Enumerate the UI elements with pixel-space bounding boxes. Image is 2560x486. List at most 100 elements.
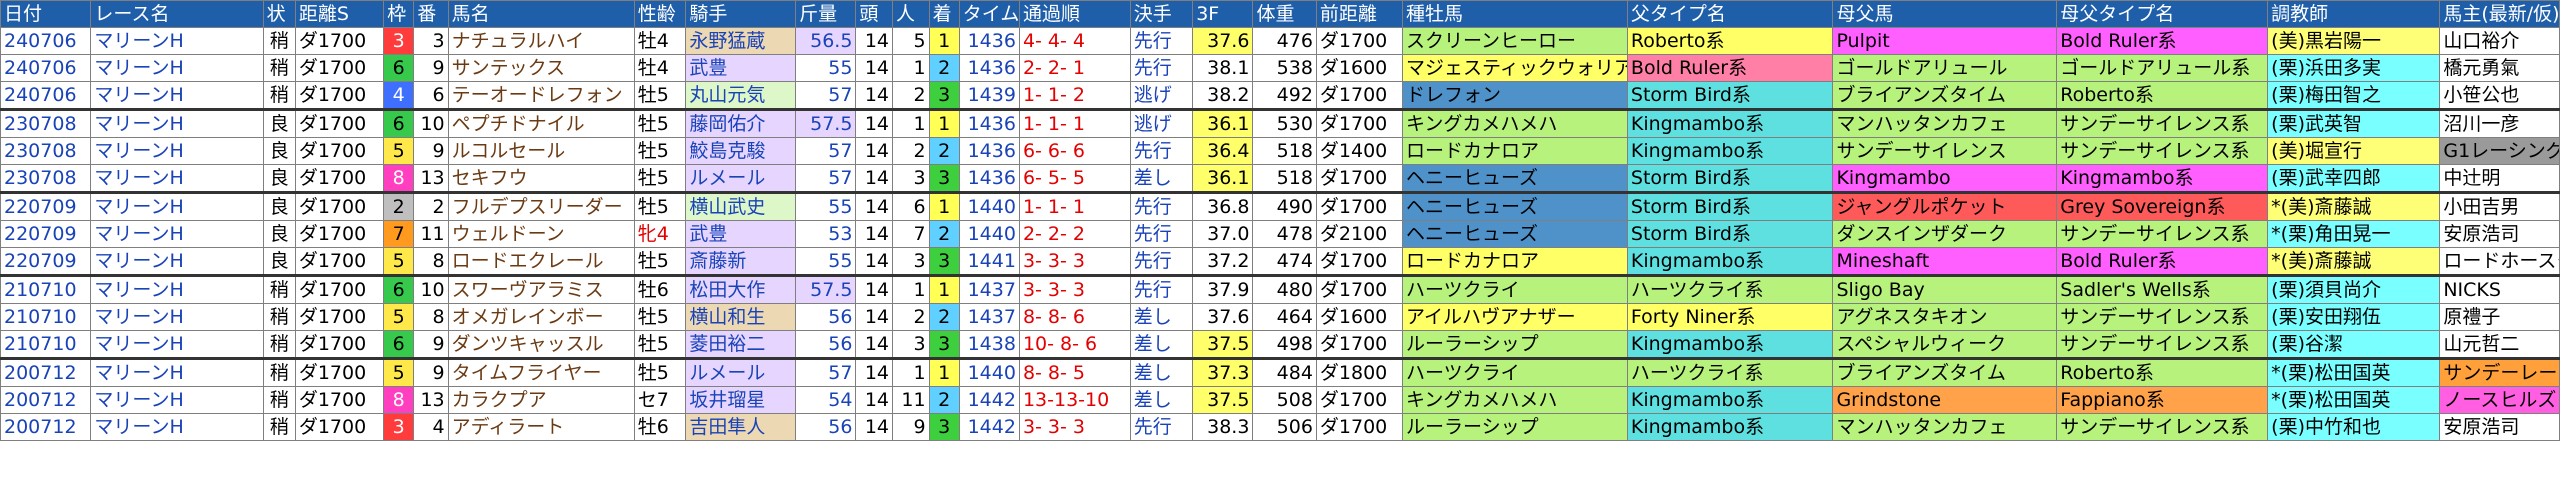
field-size-cell: 14: [855, 386, 893, 414]
time-cell: 1437: [958, 303, 1020, 331]
finish-position-cell: 3: [928, 247, 960, 276]
popularity-cell: 3: [892, 330, 930, 359]
sex-age-cell: 牡6: [633, 413, 687, 441]
race-name-cell: マリーンH: [90, 164, 264, 193]
time-cell: 1436: [958, 108, 1020, 138]
race-name-cell: マリーンH: [90, 413, 264, 441]
date-cell: 220709: [0, 191, 92, 221]
column-header: 母父馬: [1832, 0, 2058, 28]
weight-carried-cell: 57: [795, 164, 857, 193]
running-style-cell: 逃げ: [1129, 81, 1194, 110]
owner-cell: 橋元勇氣: [2439, 54, 2560, 82]
waku-cell: 3: [383, 27, 415, 55]
previous-distance-cell: ダ1700: [1315, 274, 1404, 304]
race-results-table: 日付 レース名状距離S 枠番馬名 性齢 騎手 斤量頭人着タイム 通過順 決手 3F 体重 前距離 種牡…: [0, 0, 2560, 441]
distance-cell: ダ1700: [294, 357, 385, 387]
popularity-cell: 11: [892, 386, 930, 414]
column-header: 体重: [1252, 0, 1317, 28]
passing-order-cell: 8- 8- 5: [1018, 357, 1131, 387]
running-style-cell: 先行: [1129, 274, 1194, 304]
broodmare-sire-cell: Kingmambo: [1832, 164, 2058, 193]
finish-position-cell: 3: [928, 413, 960, 441]
running-style-cell: 先行: [1129, 220, 1194, 248]
last-3f-cell: 37.0: [1192, 220, 1254, 248]
previous-distance-cell: ダ2100: [1315, 220, 1404, 248]
date-cell: 240706: [0, 27, 92, 55]
sire-type-cell: ハーツクライ系: [1626, 357, 1834, 387]
running-style-cell: 差し: [1129, 164, 1194, 193]
sire-cell: キングカメハメハ: [1402, 108, 1628, 138]
body-weight-cell: 480: [1252, 274, 1317, 304]
finish-position-cell: 1: [928, 191, 960, 221]
broodmare-sire-type-cell: サンデーサイレンス系: [2056, 220, 2269, 248]
running-style-cell: 先行: [1129, 27, 1194, 55]
jockey-cell: 横山武史: [685, 191, 797, 221]
time-cell: 1440: [958, 357, 1020, 387]
last-3f-cell: 38.1: [1192, 54, 1254, 82]
sex-age-cell: 牡5: [633, 164, 687, 193]
table-row: 240706 マリーンH 稍ダ1700 4 6 テーオードレフォン 牡5 丸山元気 57 14 2 3…: [0, 81, 2560, 110]
waku-cell: 2: [383, 191, 415, 221]
owner-cell: G1レーシング: [2439, 137, 2560, 165]
finish-position-cell: 2: [928, 137, 960, 165]
jockey-cell: 坂井瑠星: [685, 386, 797, 414]
sire-cell: ロードカナロア: [1402, 247, 1628, 276]
time-cell: 1442: [958, 413, 1020, 441]
jockey-cell: 丸山元気: [685, 81, 797, 110]
body-weight-cell: 490: [1252, 191, 1317, 221]
trainer-cell: (栗)安田翔伍: [2267, 303, 2441, 331]
date-cell: 200712: [0, 413, 92, 441]
sex-age-cell: 牡5: [633, 191, 687, 221]
broodmare-sire-cell: ブライアンズタイム: [1832, 81, 2058, 110]
running-style-cell: 差し: [1129, 330, 1194, 359]
broodmare-sire-type-cell: Kingmambo系: [2056, 164, 2269, 193]
table-row: 200712 マリーンH 稍ダ1700 3 4 アディラート 牡6 吉田隼人 56 14 9 3 144…: [0, 413, 2560, 441]
finish-position-cell: 2: [928, 386, 960, 414]
last-3f-cell: 36.8: [1192, 191, 1254, 221]
horse-number-cell: 6: [413, 81, 449, 110]
last-3f-cell: 37.2: [1192, 247, 1254, 276]
sire-type-cell: Storm Bird系: [1626, 164, 1834, 193]
body-weight-cell: 508: [1252, 386, 1317, 414]
column-header: 前距離: [1315, 0, 1404, 28]
owner-cell: サンデーレーシン: [2439, 357, 2560, 387]
field-size-cell: 14: [855, 191, 893, 221]
horse-number-cell: 9: [413, 137, 449, 165]
broodmare-sire-type-cell: Fappiano系: [2056, 386, 2269, 414]
column-header: 騎手: [685, 0, 797, 28]
column-header: 3F: [1192, 0, 1254, 28]
distance-cell: ダ1700: [294, 191, 385, 221]
broodmare-sire-cell: Grindstone: [1832, 386, 2058, 414]
sire-cell: アイルハヴアナザー: [1402, 303, 1628, 331]
jockey-cell: 菱田裕二: [685, 330, 797, 359]
column-header: 距離S: [294, 0, 385, 28]
horse-name-cell: セキフウ: [447, 164, 635, 193]
popularity-cell: 3: [892, 164, 930, 193]
track-condition-cell: 稍: [262, 357, 296, 387]
weight-carried-cell: 57.5: [795, 108, 857, 138]
horse-number-cell: 9: [413, 330, 449, 359]
jockey-cell: 横山和生: [685, 303, 797, 331]
distance-cell: ダ1700: [294, 274, 385, 304]
field-size-cell: 14: [855, 81, 893, 110]
weight-carried-cell: 55: [795, 191, 857, 221]
last-3f-cell: 37.6: [1192, 27, 1254, 55]
date-cell: 220709: [0, 220, 92, 248]
track-condition-cell: 良: [262, 220, 296, 248]
race-name-cell: マリーンH: [90, 108, 264, 138]
broodmare-sire-cell: ダンスインザダーク: [1832, 220, 2058, 248]
trainer-cell: (栗)武幸四郎: [2267, 164, 2441, 193]
previous-distance-cell: ダ1700: [1315, 27, 1404, 55]
field-size-cell: 14: [855, 330, 893, 359]
race-name-cell: マリーンH: [90, 386, 264, 414]
waku-cell: 5: [383, 137, 415, 165]
jockey-cell: 武豊: [685, 220, 797, 248]
horse-name-cell: アディラート: [447, 413, 635, 441]
column-header: タイム: [958, 0, 1020, 28]
owner-cell: 安原浩司: [2439, 220, 2560, 248]
previous-distance-cell: ダ1700: [1315, 330, 1404, 359]
distance-cell: ダ1700: [294, 54, 385, 82]
broodmare-sire-cell: ブライアンズタイム: [1832, 357, 2058, 387]
owner-cell: 沼川一彦: [2439, 108, 2560, 138]
body-weight-cell: 474: [1252, 247, 1317, 276]
